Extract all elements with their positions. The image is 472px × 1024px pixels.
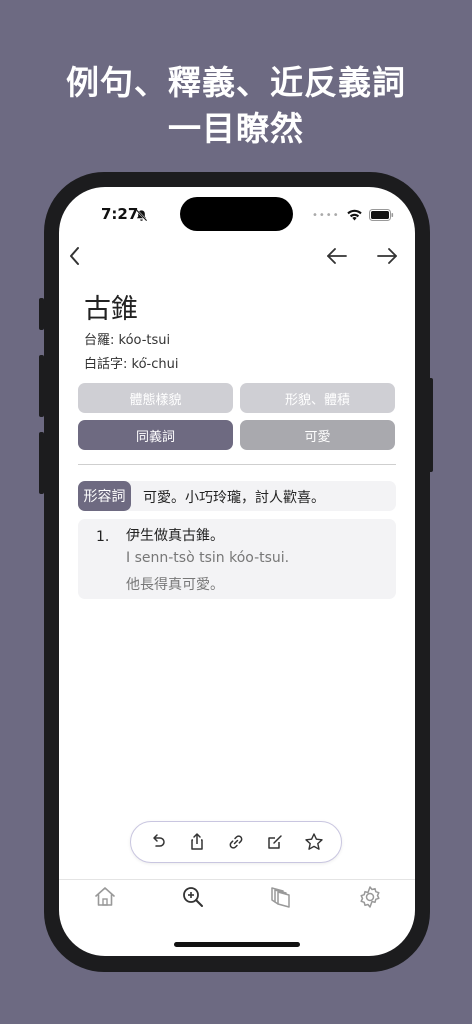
wifi-icon xyxy=(346,206,363,225)
app-screen: 7:27 •••• 古錐 台羅: kóo-tsui 白話字: kó͘-chui … xyxy=(59,187,415,956)
entry-title: 古錐 xyxy=(84,294,138,325)
action-toolbar xyxy=(130,821,342,863)
home-icon[interactable] xyxy=(92,884,118,914)
example-romanization: I senn-tsò tsin kóo-tsui. xyxy=(126,550,290,566)
example-translation: 他長得真可愛。 xyxy=(126,577,224,593)
chevron-left-icon[interactable] xyxy=(67,245,83,271)
dynamic-island xyxy=(180,197,293,231)
divider xyxy=(78,464,396,465)
star-icon[interactable] xyxy=(304,832,324,852)
synonym-chip[interactable]: 同義詞 xyxy=(78,420,233,450)
arrow-right-icon[interactable] xyxy=(375,245,399,271)
phone-volume-down xyxy=(39,432,44,494)
undo-icon[interactable] xyxy=(148,832,168,852)
share-icon[interactable] xyxy=(187,832,207,852)
category-chip-appearance[interactable]: 體態樣貌 xyxy=(78,383,233,413)
settings-icon[interactable] xyxy=(357,884,383,914)
part-of-speech-badge: 形容詞 xyxy=(78,481,131,511)
status-right: •••• xyxy=(312,206,394,225)
arrow-left-icon[interactable] xyxy=(325,245,349,271)
tab-bar-divider xyxy=(59,879,415,880)
signal-dots-icon: •••• xyxy=(312,210,340,221)
example-card: 1. 伊生做真古錐。 I senn-tsò tsin kóo-tsui. 他長得… xyxy=(78,519,396,599)
promo-headline-line2: 一目瞭然 xyxy=(168,109,304,148)
phone-volume-up xyxy=(39,355,44,417)
example-hanji: 伊生做真古錐。 xyxy=(126,528,224,544)
phone-power-button xyxy=(428,378,433,472)
definition-text: 可愛。小巧玲瓏，討人歡喜。 xyxy=(143,490,325,506)
status-time: 7:27 xyxy=(101,205,139,223)
link-icon[interactable] xyxy=(226,832,246,852)
cards-icon[interactable] xyxy=(269,884,295,914)
definition-row: 形容詞 可愛。小巧玲瓏，討人歡喜。 xyxy=(78,481,396,511)
promo-headline-line1: 例句、釋義、近反義詞 xyxy=(66,63,406,102)
home-indicator xyxy=(174,942,300,947)
poj-romanization: 白話字: kó͘-chui xyxy=(84,357,179,372)
category-chip-shape-volume[interactable]: 形貌、體積 xyxy=(240,383,395,413)
edit-icon[interactable] xyxy=(265,832,285,852)
bell-slash-icon xyxy=(135,207,148,226)
search-zoom-icon[interactable] xyxy=(180,884,206,914)
synonym-word-chip[interactable]: 可愛 xyxy=(240,420,395,450)
tailo-romanization: 台羅: kóo-tsui xyxy=(84,333,171,348)
phone-action-button xyxy=(39,298,44,330)
battery-icon xyxy=(368,206,394,225)
example-number: 1. xyxy=(96,529,110,545)
